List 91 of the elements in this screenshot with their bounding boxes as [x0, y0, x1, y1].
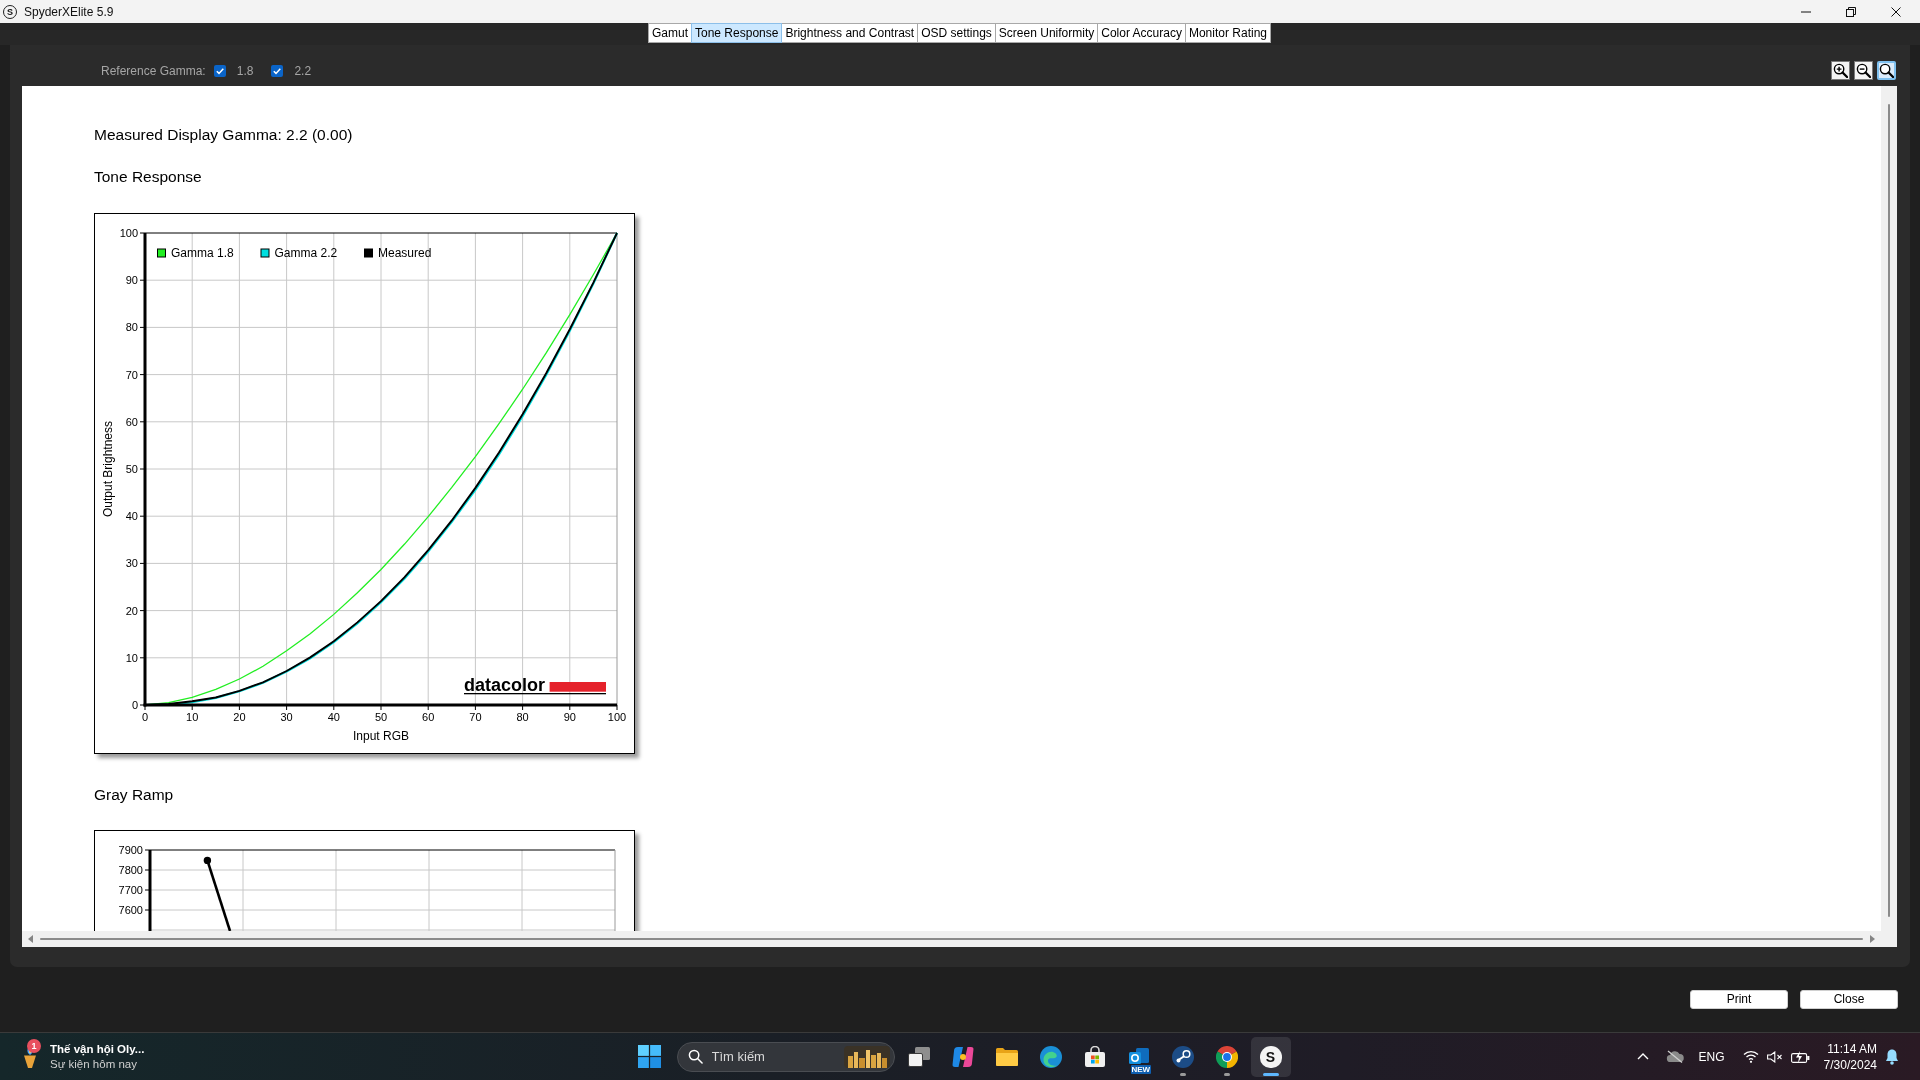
footer-button[interactable]: Close	[1800, 990, 1898, 1009]
checkbox[interactable]	[271, 64, 284, 77]
zoom-out-icon	[1856, 63, 1871, 78]
axis-tick-label: 100	[607, 711, 627, 723]
ring-logo-icon[interactable]	[1215, 1045, 1238, 1068]
axis-tick-label: 7700	[118, 884, 143, 896]
axis-tick-label: 80	[516, 711, 529, 723]
reference-gamma-label: Reference Gamma:	[101, 63, 206, 78]
horizontal-scrollbar[interactable]	[22, 931, 1881, 947]
chevron-up-icon[interactable]	[1636, 1053, 1649, 1060]
widget-subtitle[interactable]: Sự kiện hôm nay	[50, 1056, 145, 1072]
shopping-bag-icon[interactable]	[1084, 1046, 1105, 1067]
axis-tick-label: 90	[563, 711, 576, 723]
axis-tick-label: 0	[141, 711, 149, 723]
ribbon-logo-icon[interactable]	[951, 1046, 974, 1067]
axis-tick-label: 7800	[118, 864, 143, 876]
wave-logo-icon[interactable]	[1039, 1045, 1062, 1068]
scroll-right-icon[interactable]	[1870, 935, 1875, 943]
taskbar-app-button[interactable]: S	[1250, 1036, 1291, 1077]
notification-badge: 1	[27, 1038, 41, 1053]
axis-title: Input RGB	[353, 729, 409, 743]
tab[interactable]: Screen Uniformity	[994, 23, 1099, 43]
tab[interactable]: Tone Response	[691, 23, 783, 43]
checkbox-label: 2.2	[294, 63, 312, 78]
tab[interactable]: Brightness and Contrast	[781, 23, 919, 43]
axis-tick-label: 70	[125, 368, 138, 381]
data-point-icon	[203, 856, 212, 865]
axis-tick-label: 100	[119, 227, 138, 239]
axis-tick-label: 70	[469, 711, 482, 723]
minimize-icon[interactable]	[1800, 10, 1811, 13]
footer-button[interactable]: Print	[1690, 990, 1788, 1009]
axis-tick-label: 30	[125, 557, 138, 570]
restore-icon[interactable]	[1845, 6, 1856, 17]
axis-tick-label: 60	[125, 415, 138, 428]
axis-tick-label: 40	[327, 711, 340, 723]
window-title: SpyderXElite 5.9	[24, 4, 114, 19]
legend-label: Gamma 2.2	[274, 246, 338, 261]
scrollbar-thumb[interactable]	[1888, 104, 1890, 917]
section-heading: Tone Response	[94, 167, 202, 186]
axis-tick-label: 60	[422, 711, 435, 723]
folder-icon[interactable]	[995, 1047, 1018, 1066]
axis-tick-label: 30	[280, 711, 293, 723]
axis-tick-label: 7600	[118, 904, 143, 916]
wifi-icon[interactable]	[1742, 1050, 1759, 1063]
axis-tick-label: 50	[125, 463, 138, 475]
axis-tick-label: 0	[131, 699, 138, 711]
tab[interactable]: Monitor Rating	[1184, 23, 1271, 43]
axis-tick-label: 10	[186, 711, 199, 723]
brand-logo: datacolor	[464, 675, 606, 695]
cloud-off-icon[interactable]	[1665, 1050, 1684, 1063]
scroll-left-icon[interactable]	[28, 935, 33, 943]
key-logo-icon[interactable]	[1171, 1045, 1194, 1068]
clock-date[interactable]: 7/30/2024	[1823, 1056, 1877, 1073]
tab[interactable]: Gamut	[648, 23, 692, 43]
language-indicator[interactable]: ENG	[1698, 1049, 1725, 1064]
overlapping-windows-icon[interactable]	[907, 1046, 930, 1067]
zoom-in-button[interactable]	[1831, 61, 1850, 80]
vertical-scrollbar[interactable]	[1881, 86, 1897, 947]
bell-icon[interactable]	[1885, 1048, 1899, 1065]
axis-tick-label: 10	[125, 651, 138, 664]
clock-time[interactable]: 11:14 AM	[1827, 1040, 1877, 1057]
zoom-button[interactable]	[1877, 61, 1896, 80]
zoom-icon	[1879, 63, 1894, 78]
axis-tick-label: 7900	[118, 844, 143, 856]
widget-title[interactable]: Thế vận hội Oly...	[50, 1041, 145, 1057]
section-heading: Gray Ramp	[94, 785, 174, 804]
axis-tick-label: 90	[125, 274, 138, 287]
zoom-out-button[interactable]	[1854, 61, 1873, 80]
speaker-muted-icon[interactable]	[1766, 1050, 1783, 1063]
search-icon	[687, 1049, 703, 1064]
zoom-in-icon	[1833, 63, 1848, 78]
measured-gamma-text: Measured Display Gamma: 2.2 (0.00)	[94, 125, 353, 144]
checkbox-label: 1.8	[236, 63, 254, 78]
tab[interactable]: OSD settings	[917, 23, 996, 43]
axis-title: Output Brightness	[101, 420, 115, 518]
close-icon[interactable]	[1890, 6, 1901, 17]
windows-logo-icon[interactable]	[638, 1045, 661, 1068]
axis-tick-label: 20	[125, 604, 138, 617]
legend-label: Measured	[378, 246, 432, 261]
legend-label: Gamma 1.8	[171, 246, 234, 261]
app-logo[interactable]: S	[1259, 1045, 1282, 1068]
axis-tick-label: 40	[125, 510, 138, 523]
battery-charging-icon[interactable]	[1790, 1050, 1810, 1063]
scrollbar-thumb[interactable]	[40, 938, 1863, 940]
axis-tick-label: 80	[125, 321, 138, 334]
checkbox[interactable]	[213, 64, 226, 77]
axis-tick-label: 50	[374, 711, 388, 723]
new-badge: NEW	[1130, 1064, 1152, 1074]
axis-tick-label: 20	[233, 711, 246, 723]
mail-icon[interactable]	[1128, 1047, 1149, 1066]
tab[interactable]: Color Accuracy	[1097, 23, 1186, 43]
